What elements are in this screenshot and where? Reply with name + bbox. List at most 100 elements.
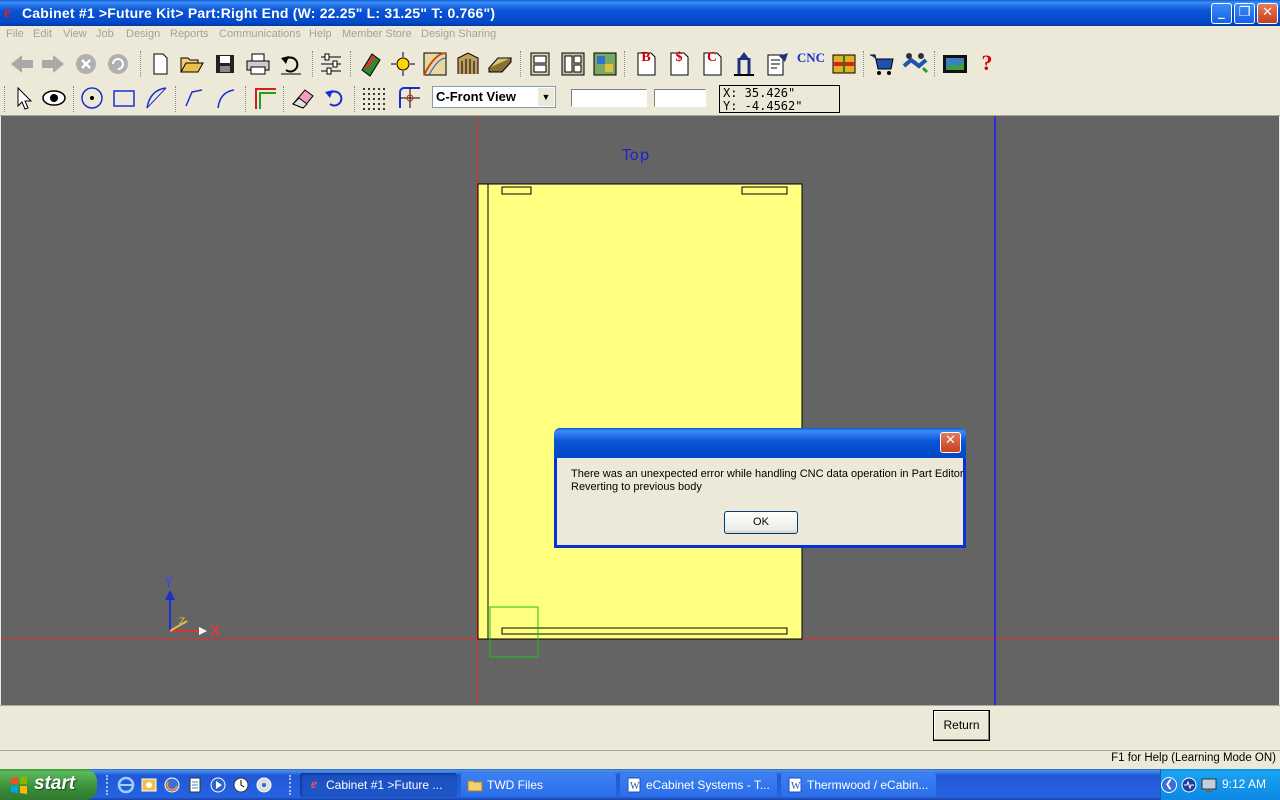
curve-tool-icon[interactable] bbox=[212, 84, 240, 112]
grid-icon[interactable] bbox=[359, 84, 387, 112]
toolbar-separator bbox=[73, 86, 74, 112]
monitor-icon[interactable] bbox=[1201, 777, 1217, 793]
media-player-icon[interactable] bbox=[209, 776, 227, 794]
arc-tool-icon[interactable] bbox=[142, 84, 170, 112]
dialog-close-button[interactable]: ✕ bbox=[940, 432, 961, 453]
network-activity-icon[interactable] bbox=[1181, 777, 1197, 793]
new-icon[interactable] bbox=[146, 50, 174, 78]
print-icon[interactable] bbox=[244, 50, 272, 78]
face-label: Top bbox=[622, 146, 651, 164]
menu-view[interactable]: View bbox=[63, 28, 87, 40]
ie-browser-icon[interactable] bbox=[117, 776, 135, 794]
menu-design[interactable]: Design bbox=[126, 28, 160, 40]
chevron-left-icon[interactable]: ❮ bbox=[1161, 777, 1177, 793]
chevron-down-icon[interactable]: ▼ bbox=[538, 88, 554, 106]
start-label: start bbox=[34, 773, 76, 794]
folder-icon bbox=[467, 777, 483, 793]
undo-icon[interactable] bbox=[277, 50, 305, 78]
close-button[interactable]: ✕ bbox=[1257, 3, 1278, 24]
menu-file[interactable]: File bbox=[6, 28, 24, 40]
export-icon[interactable] bbox=[730, 50, 758, 78]
outlook-icon[interactable] bbox=[140, 776, 158, 794]
view-select[interactable]: C-Front View ▼ bbox=[432, 86, 556, 108]
rectangle-tool-icon[interactable] bbox=[110, 84, 138, 112]
help-icon[interactable]: ? bbox=[973, 50, 1001, 78]
report-icon[interactable] bbox=[763, 50, 791, 78]
toolbar-separator bbox=[350, 51, 351, 77]
firefox-icon[interactable] bbox=[163, 776, 181, 794]
bom-icon[interactable]: B bbox=[632, 50, 660, 78]
ecabinets-e-icon: e bbox=[4, 4, 12, 21]
disc-icon[interactable] bbox=[255, 776, 273, 794]
save-icon[interactable] bbox=[211, 50, 239, 78]
video-icon[interactable] bbox=[941, 50, 969, 78]
corner-tool-icon[interactable] bbox=[251, 84, 279, 112]
cart-icon[interactable] bbox=[868, 50, 896, 78]
line-tool-icon[interactable] bbox=[180, 84, 208, 112]
task-button-ecabinet-systems[interactable]: W eCabinet Systems - T... bbox=[620, 773, 777, 797]
y-axis-arrow bbox=[165, 590, 175, 600]
word-doc-icon: W bbox=[787, 777, 803, 793]
task-label: eCabinet Systems - T... bbox=[646, 778, 770, 792]
minimize-button[interactable]: _ bbox=[1211, 3, 1232, 24]
dado-slot-right bbox=[741, 186, 788, 195]
task-button-thermwood[interactable]: W Thermwood / eCabin... bbox=[781, 773, 936, 797]
color-icon[interactable] bbox=[830, 50, 858, 78]
task-label: Cabinet #1 >Future ... bbox=[326, 778, 443, 792]
lighting-icon[interactable] bbox=[389, 50, 417, 78]
floor-icon[interactable] bbox=[486, 50, 514, 78]
coord-x: X: 35.426" bbox=[723, 86, 796, 100]
stop-icon[interactable] bbox=[72, 50, 100, 78]
window-title: Cabinet #1 >Future Kit> Part:Right End (… bbox=[22, 5, 496, 21]
cabinet-list-icon[interactable] bbox=[559, 50, 587, 78]
layout-icon[interactable] bbox=[591, 50, 619, 78]
room-icon[interactable] bbox=[454, 50, 482, 78]
back-icon[interactable] bbox=[8, 50, 36, 78]
ok-button[interactable]: OK bbox=[724, 511, 798, 534]
texture-icon[interactable] bbox=[421, 50, 449, 78]
forward-icon[interactable] bbox=[39, 50, 67, 78]
menu-job[interactable]: Job bbox=[96, 28, 114, 40]
toolbar-separator bbox=[283, 86, 284, 112]
menu-member-store[interactable]: Member Store bbox=[342, 28, 412, 40]
task-button-twd-files[interactable]: TWD Files bbox=[461, 773, 616, 797]
menu-communications[interactable]: Communications bbox=[219, 28, 301, 40]
snap-icon[interactable] bbox=[396, 84, 424, 112]
drawing-canvas[interactable]: Top Y X Z bbox=[1, 116, 1279, 705]
open-icon[interactable] bbox=[178, 50, 206, 78]
taskbar-grip bbox=[289, 775, 293, 795]
part-panel bbox=[477, 183, 803, 640]
menu-help[interactable]: Help bbox=[309, 28, 332, 40]
handshake-icon[interactable] bbox=[901, 50, 929, 78]
dimension-input-2[interactable] bbox=[654, 89, 706, 107]
dialog-body: There was an unexpected error while hand… bbox=[557, 458, 964, 545]
undo-draw-icon[interactable] bbox=[321, 84, 349, 112]
ecabinets-e-icon: e bbox=[310, 777, 318, 792]
toolbar-separator bbox=[863, 51, 864, 77]
restore-button[interactable]: ❐ bbox=[1234, 3, 1255, 24]
settings-icon[interactable] bbox=[317, 50, 345, 78]
menu-edit[interactable]: Edit bbox=[33, 28, 52, 40]
refresh-icon[interactable] bbox=[104, 50, 132, 78]
status-text: F1 for Help (Learning Mode ON) bbox=[1111, 752, 1276, 764]
start-button[interactable]: start bbox=[0, 769, 97, 800]
eraser-icon[interactable] bbox=[289, 84, 317, 112]
price-icon[interactable]: $ bbox=[665, 50, 693, 78]
cnc-icon[interactable]: CNC bbox=[795, 50, 827, 78]
task-button-cabinet[interactable]: e Cabinet #1 >Future ... bbox=[300, 773, 457, 797]
menu-design-sharing[interactable]: Design Sharing bbox=[421, 28, 496, 40]
toolbar-separator bbox=[354, 86, 355, 112]
notepad-icon[interactable] bbox=[186, 776, 204, 794]
toolbar-separator bbox=[624, 51, 625, 77]
menu-reports[interactable]: Reports bbox=[170, 28, 209, 40]
select-arrow-icon[interactable] bbox=[9, 84, 37, 112]
clock-app-icon[interactable] bbox=[232, 776, 250, 794]
cutlist-icon[interactable]: C bbox=[698, 50, 726, 78]
dimension-input-1[interactable] bbox=[571, 89, 647, 107]
return-button[interactable]: Return bbox=[933, 710, 990, 741]
material-icon[interactable] bbox=[356, 50, 384, 78]
taskbar-grip bbox=[106, 775, 110, 795]
view-eye-icon[interactable] bbox=[40, 84, 68, 112]
cabinet-icon[interactable] bbox=[526, 50, 554, 78]
circle-tool-icon[interactable] bbox=[78, 84, 106, 112]
